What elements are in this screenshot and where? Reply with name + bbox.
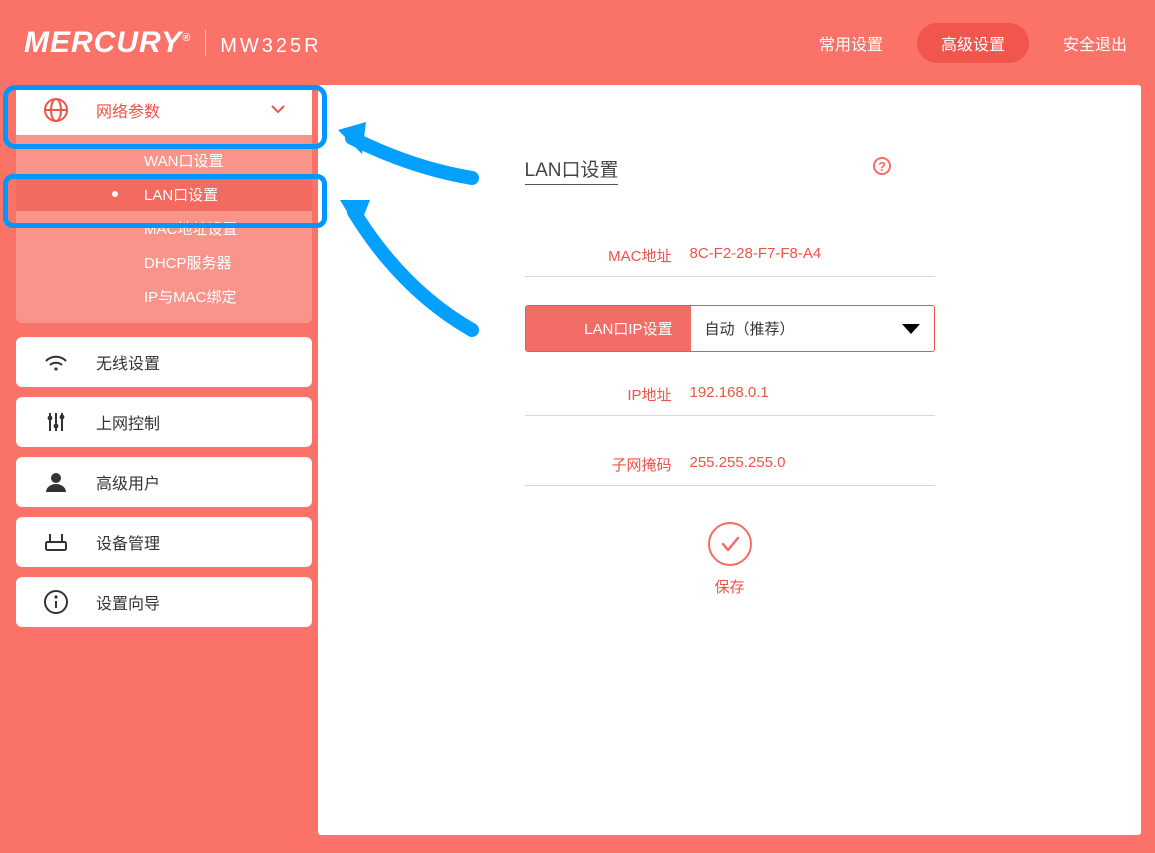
sidebar-item-label: 无线设置: [96, 350, 160, 374]
sidebar-item-network-params[interactable]: 网络参数: [16, 85, 312, 135]
info-icon: [16, 588, 96, 616]
save-button[interactable]: [708, 522, 752, 566]
submenu-label: DHCP服务器: [144, 252, 232, 273]
nav-common-settings[interactable]: 常用设置: [819, 31, 883, 55]
row-lan-ip-mode[interactable]: LAN口IP设置 自动（推荐）: [525, 305, 935, 352]
brand-model: MW325R: [220, 35, 321, 58]
save-label: 保存: [525, 576, 935, 597]
label-mask: 子网掩码: [525, 444, 690, 485]
page-title: LAN口设置: [525, 155, 619, 185]
submenu-wan-settings[interactable]: WAN口设置: [16, 143, 312, 177]
sidebar-item-wireless[interactable]: 无线设置: [16, 337, 312, 387]
brand-separator: [205, 30, 206, 56]
sidebar-item-device-manage[interactable]: 设备管理: [16, 517, 312, 567]
submenu-ip-mac-binding[interactable]: IP与MAC绑定: [16, 279, 312, 313]
value-mask: 255.255.255.0: [690, 444, 935, 485]
header: MERCURY® MW325R 常用设置 高级设置 安全退出: [0, 0, 1155, 85]
save-section: 保存: [525, 522, 935, 597]
wifi-icon: [16, 348, 96, 376]
sidebar-item-access-control[interactable]: 上网控制: [16, 397, 312, 447]
submenu-mac-settings[interactable]: MAC地址设置: [16, 211, 312, 245]
submenu-label: MAC地址设置: [144, 218, 237, 239]
brand-logo: MERCURY®: [24, 26, 191, 60]
row-mac: MAC地址 8C-F2-28-F7-F8-A4: [525, 235, 935, 277]
submenu-dhcp-server[interactable]: DHCP服务器: [16, 245, 312, 279]
sidebar-item-label: 设置向导: [96, 590, 160, 614]
top-nav: 常用设置 高级设置 安全退出: [819, 23, 1127, 63]
router-icon: [16, 528, 96, 556]
value-ip: 192.168.0.1: [690, 374, 935, 415]
chevron-down-icon: [270, 101, 286, 119]
label-ip: IP地址: [525, 374, 690, 415]
sidebar: 网络参数 WAN口设置 LAN口设置 MAC地址设置 DHCP服务器 IP与MA…: [0, 85, 318, 835]
sidebar-submenu: WAN口设置 LAN口设置 MAC地址设置 DHCP服务器 IP与MAC绑定: [16, 135, 312, 323]
sidebar-item-setup-wizard[interactable]: 设置向导: [16, 577, 312, 627]
sidebar-item-label: 设备管理: [96, 530, 160, 554]
caret-down-icon: [902, 324, 920, 334]
submenu-lan-settings[interactable]: LAN口设置: [16, 177, 312, 211]
select-value: 自动（推荐）: [705, 318, 795, 339]
row-ip: IP地址 192.168.0.1: [525, 374, 935, 416]
sliders-icon: [16, 408, 96, 436]
row-mask: 子网掩码 255.255.255.0: [525, 444, 935, 486]
submenu-label: LAN口设置: [144, 184, 218, 205]
value-mac: 8C-F2-28-F7-F8-A4: [690, 235, 935, 276]
sidebar-item-label: 上网控制: [96, 410, 160, 434]
brand: MERCURY® MW325R: [24, 26, 322, 60]
label-lan-ip-mode: LAN口IP设置: [526, 306, 691, 351]
sidebar-item-advanced-user[interactable]: 高级用户: [16, 457, 312, 507]
nav-logout[interactable]: 安全退出: [1063, 31, 1127, 55]
help-button[interactable]: ?: [873, 157, 891, 175]
globe-icon: [16, 96, 96, 124]
nav-advanced-settings[interactable]: 高级设置: [917, 23, 1029, 63]
content-panel: ? LAN口设置 MAC地址 8C-F2-28-F7-F8-A4 LAN口IP设…: [318, 85, 1141, 835]
label-mac: MAC地址: [525, 235, 690, 276]
user-icon: [16, 468, 96, 496]
select-lan-ip-mode[interactable]: 自动（推荐）: [691, 306, 934, 351]
submenu-label: WAN口设置: [144, 150, 223, 171]
sidebar-item-label: 高级用户: [96, 470, 160, 494]
submenu-label: IP与MAC绑定: [144, 286, 237, 307]
sidebar-item-label: 网络参数: [96, 98, 160, 122]
